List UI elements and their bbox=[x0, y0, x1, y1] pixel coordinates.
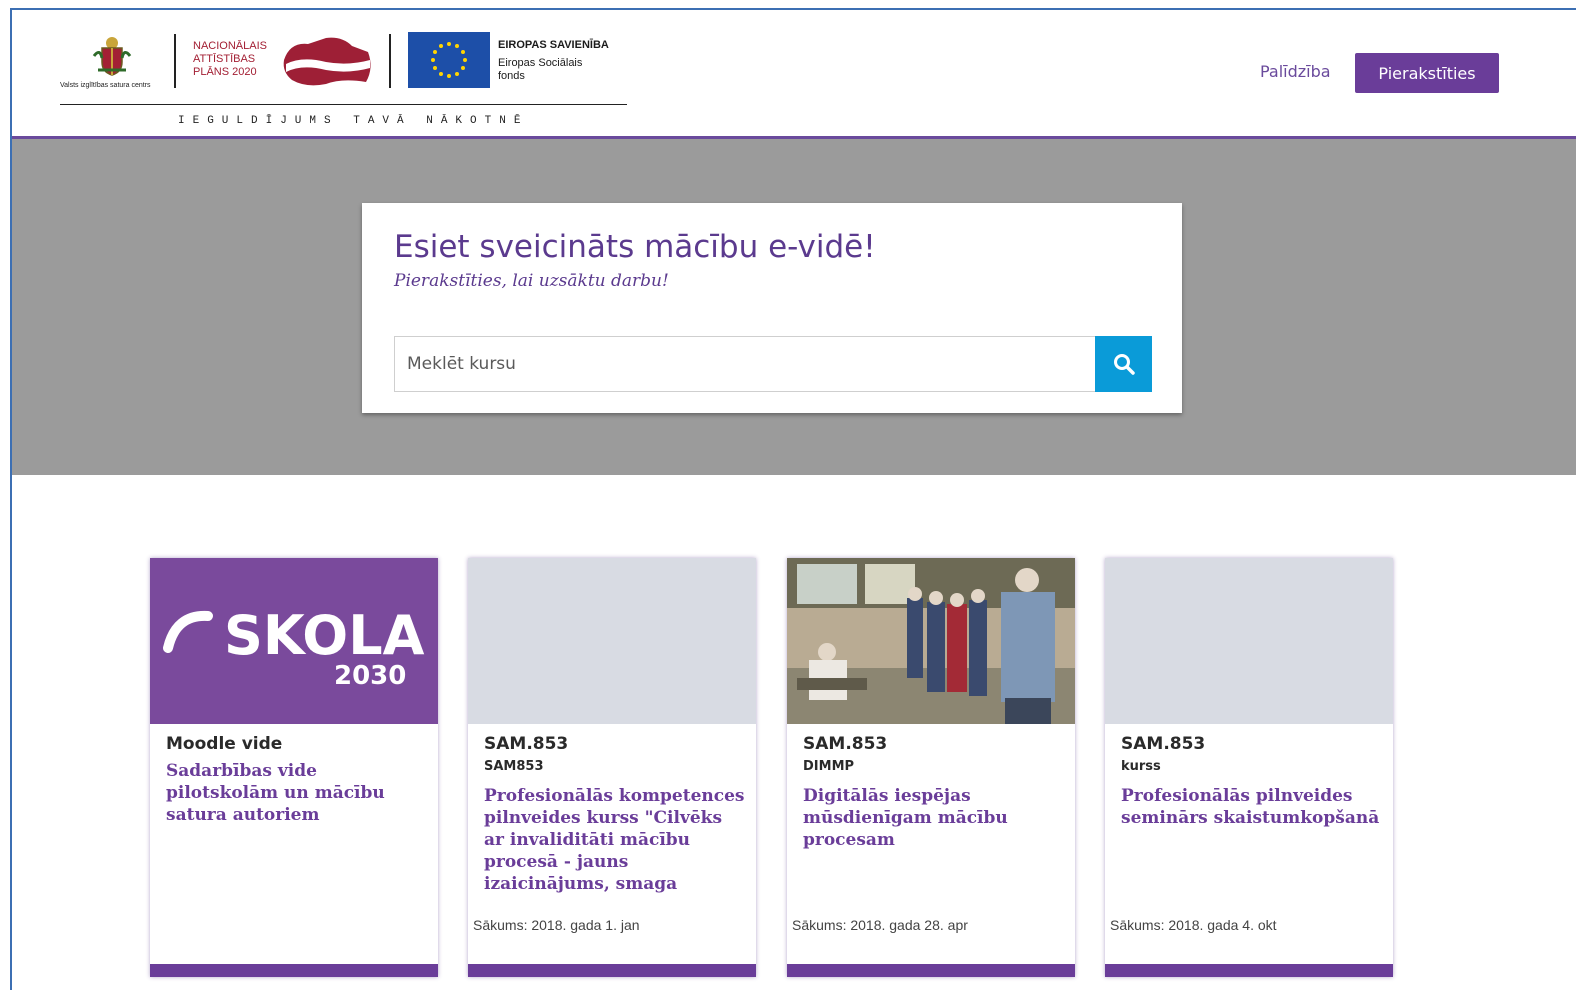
course-title-link[interactable]: Profesionālās pilnveides seminārs skaist… bbox=[1121, 785, 1383, 829]
help-link[interactable]: Palīdzība bbox=[1260, 62, 1331, 81]
partner-logos: Valsts izglītības satura centrs NACIONĀL… bbox=[60, 30, 630, 134]
course-shortname: kurss bbox=[1121, 759, 1161, 774]
welcome-title: Esiet sveicināts mācību e-vidē! bbox=[394, 229, 876, 265]
eu-flag-icon bbox=[408, 32, 490, 88]
course-category: Moodle vide bbox=[166, 734, 283, 754]
course-shortname: DIMMP bbox=[803, 759, 855, 774]
skola-2030-logo-icon: SKOLA 2030 bbox=[163, 604, 425, 691]
eu-title: EIROPAS SAVIENĪBA bbox=[498, 39, 609, 51]
skola-logo-year: 2030 bbox=[334, 661, 406, 691]
course-category: SAM.853 bbox=[1121, 734, 1206, 754]
card-bottom-bar bbox=[150, 964, 438, 977]
welcome-subtitle: Pierakstīties, lai uzsāktu darbu! bbox=[394, 271, 669, 291]
course-search-input[interactable] bbox=[394, 336, 1096, 392]
divider bbox=[60, 104, 627, 105]
skola-logo-text: SKOLA bbox=[224, 604, 425, 667]
nap-line: ATTĪSTĪBAS bbox=[193, 53, 256, 65]
course-category: SAM.853 bbox=[484, 734, 569, 754]
course-image-placeholder bbox=[1105, 558, 1393, 724]
nap-line: PLĀNS 2020 bbox=[193, 66, 257, 78]
nap-line: NACIONĀLAIS bbox=[193, 40, 267, 52]
course-start-date: Sākums: 2018. gada 28. apr bbox=[792, 917, 968, 933]
search-button[interactable] bbox=[1095, 336, 1152, 392]
course-title-link[interactable]: Profesionālās kompetences pilnveides kur… bbox=[484, 785, 746, 895]
course-shortname: SAM853 bbox=[484, 759, 544, 774]
skola-2030-logo: SKOLA 2030 bbox=[150, 558, 438, 724]
course-card[interactable]: SAM.853 kurss Profesionālās pilnveides s… bbox=[1105, 558, 1393, 977]
eu-subtitle: Eiropas Sociālais fonds bbox=[498, 57, 583, 82]
divider bbox=[174, 34, 176, 88]
course-start-date: Sākums: 2018. gada 1. jan bbox=[473, 917, 640, 933]
card-bottom-bar bbox=[1105, 964, 1393, 977]
latvia-map-flag-icon bbox=[283, 37, 371, 86]
course-image-placeholder bbox=[468, 558, 756, 724]
course-card[interactable]: SKOLA 2030 Moodle vide Sadarbības vide p… bbox=[150, 558, 438, 977]
search-icon bbox=[1113, 354, 1135, 375]
hero-banner: Esiet sveicināts mācību e-vidē! Pierakst… bbox=[12, 139, 1576, 475]
card-bottom-bar bbox=[468, 964, 756, 977]
page-frame: Valsts izglītības satura centrs NACIONĀL… bbox=[10, 8, 1576, 990]
course-title-link[interactable]: Digitālās iespējas mūsdienīgam mācību pr… bbox=[803, 785, 1065, 851]
workshop-photo-icon bbox=[787, 558, 1075, 724]
tagline: IEGULDĪJUMS TAVĀ NĀKOTNĒ bbox=[178, 115, 529, 127]
course-image-photo bbox=[787, 558, 1075, 724]
coat-label: Valsts izglītības satura centrs bbox=[60, 82, 151, 89]
course-card[interactable]: SAM.853 SAM853 Profesionālās kompetences… bbox=[468, 558, 756, 977]
course-start-date: Sākums: 2018. gada 4. okt bbox=[1110, 917, 1277, 933]
latvia-coat-of-arms-icon bbox=[92, 37, 132, 76]
course-title-link[interactable]: Sadarbības vide pilotskolām un mācību sa… bbox=[166, 760, 428, 826]
course-card[interactable]: SAM.853 DIMMP Digitālās iespējas mūsdien… bbox=[787, 558, 1075, 977]
site-header: Valsts izglītības satura centrs NACIONĀL… bbox=[12, 10, 1576, 139]
welcome-card: Esiet sveicināts mācību e-vidē! Pierakst… bbox=[362, 203, 1182, 413]
divider bbox=[389, 34, 391, 88]
card-bottom-bar bbox=[787, 964, 1075, 977]
nap-2020-text: NACIONĀLAIS ATTĪSTĪBAS PLĀNS 2020 bbox=[193, 40, 267, 79]
course-category: SAM.853 bbox=[803, 734, 888, 754]
login-button[interactable]: Pierakstīties bbox=[1355, 53, 1499, 93]
